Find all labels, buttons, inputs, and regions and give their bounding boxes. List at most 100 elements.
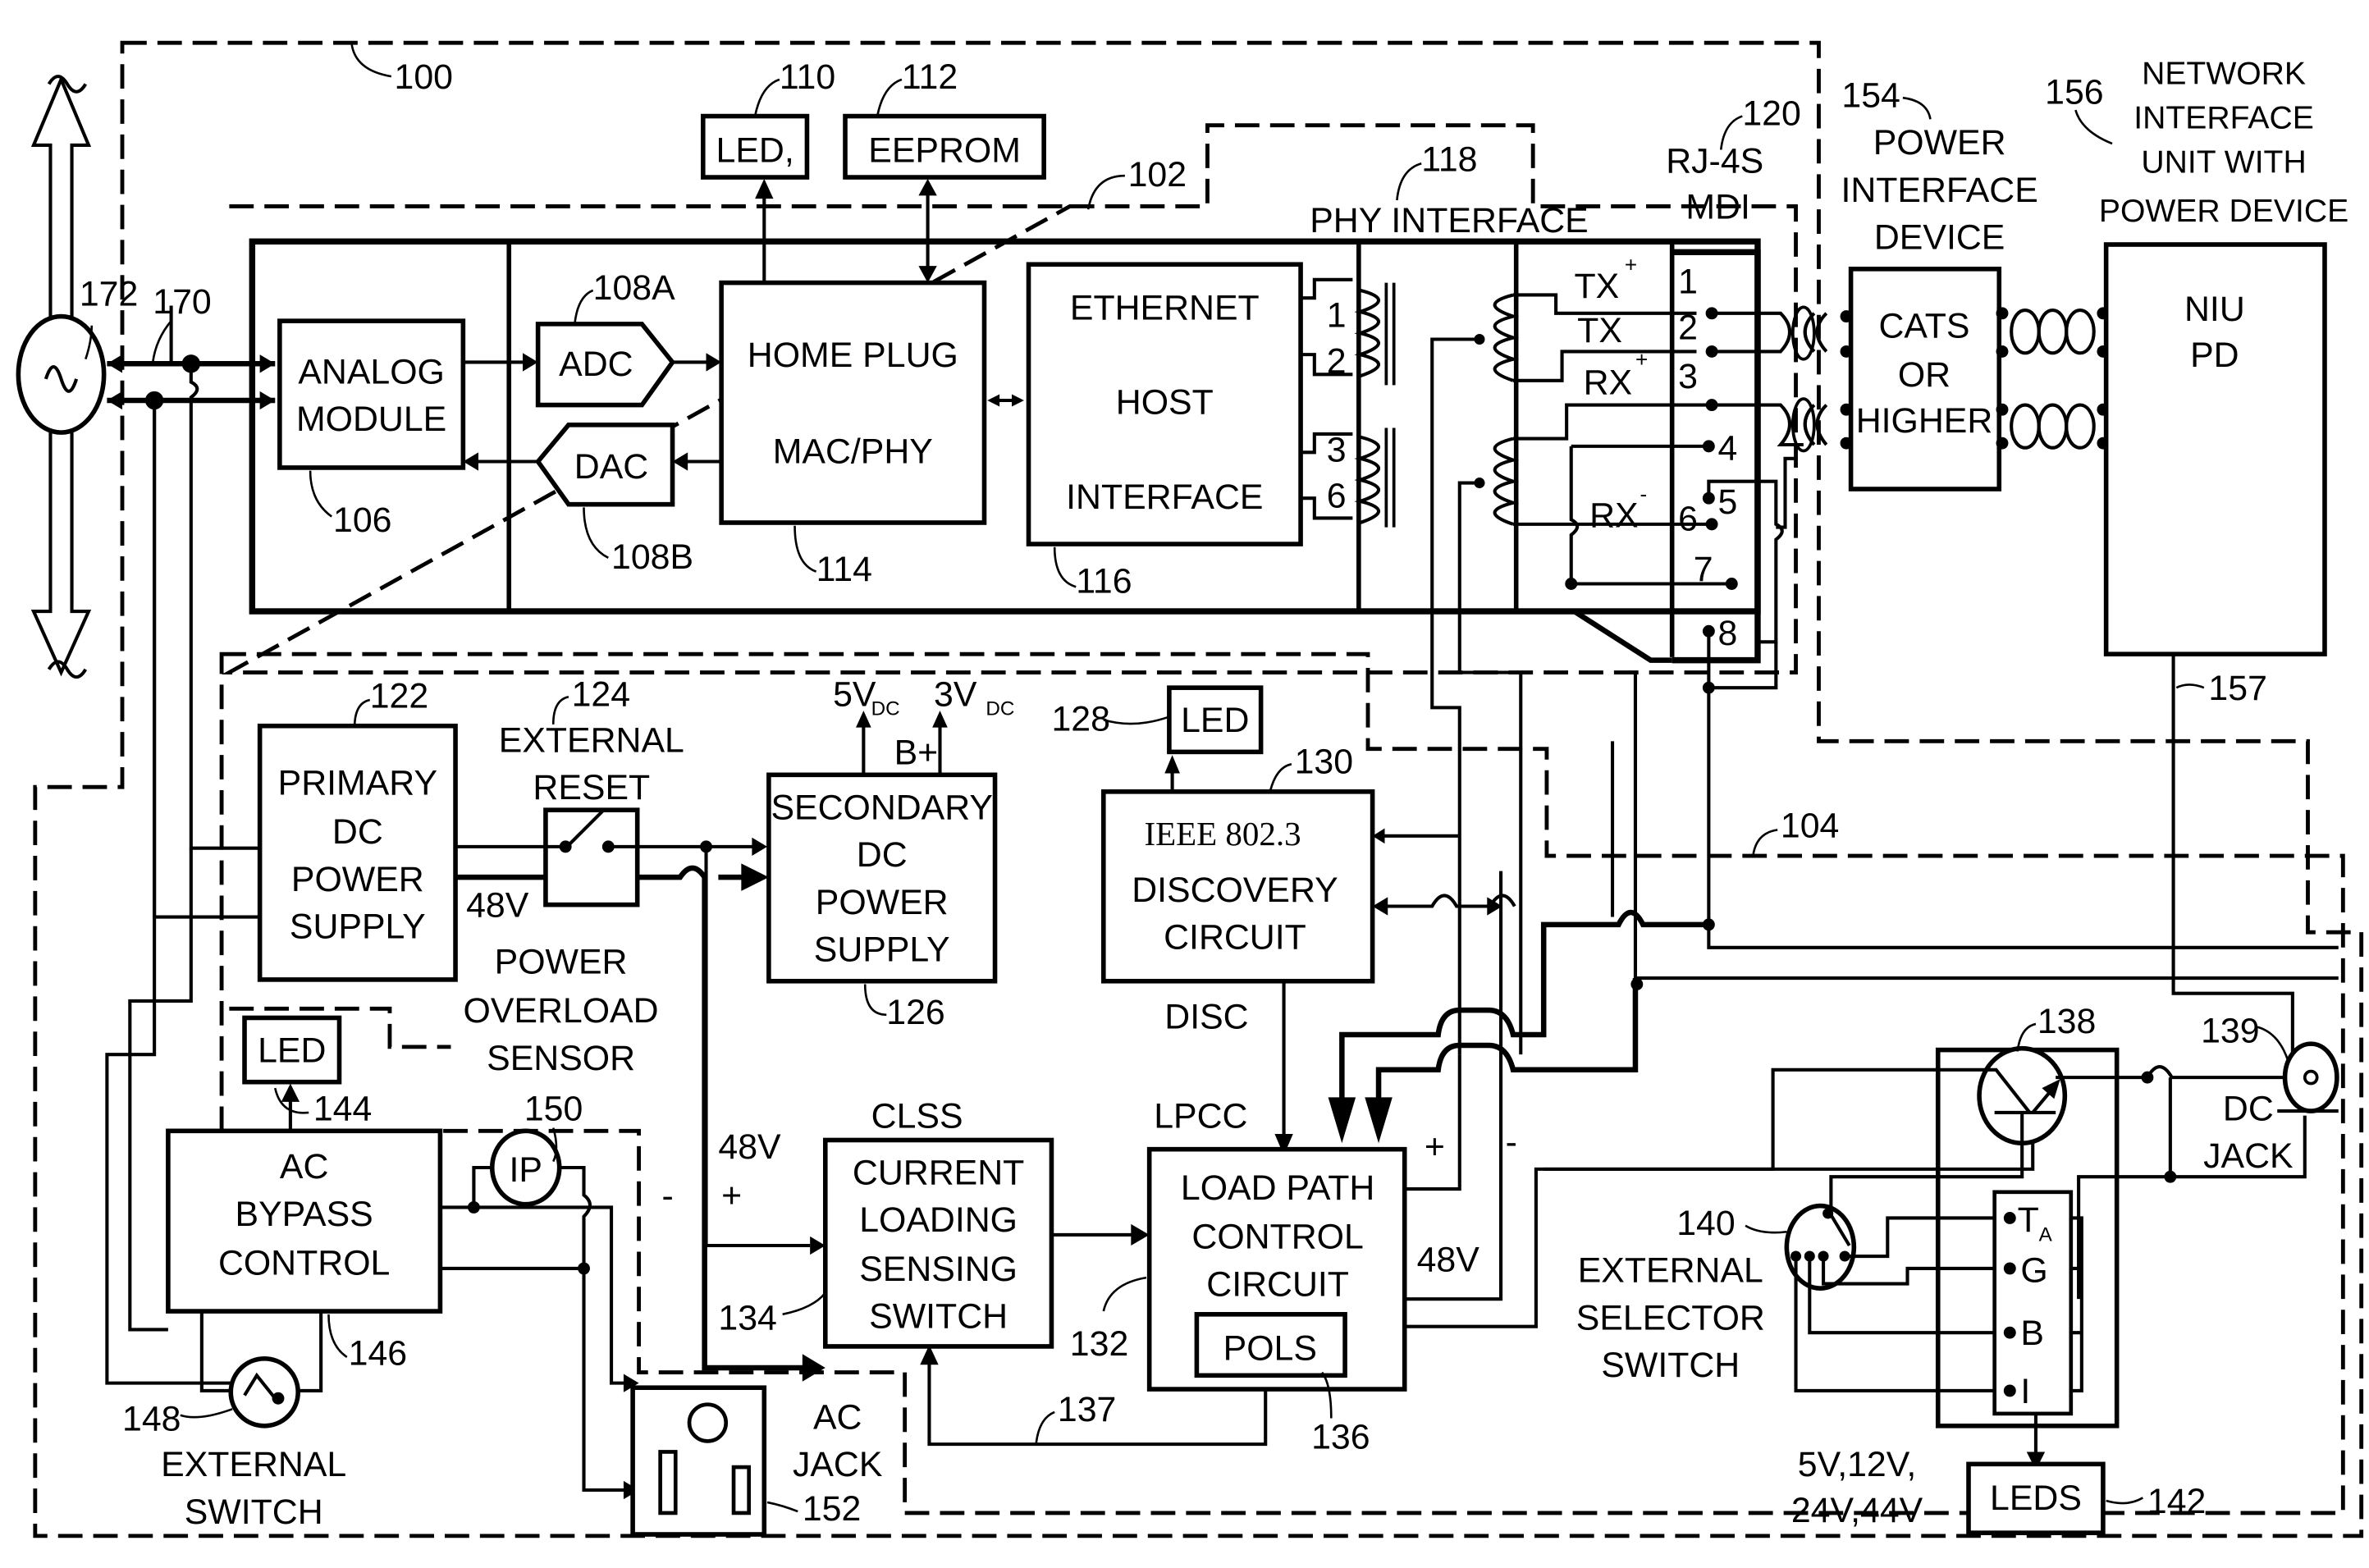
ethernet-host-block: ETHERNET HOST INTERFACE xyxy=(1026,262,1303,546)
power-interface-label-3: DEVICE xyxy=(1874,218,2005,258)
discovery-line1: IEEE 802.3 xyxy=(1144,815,1301,853)
ref-144: 144 xyxy=(313,1089,372,1128)
ref-142: 142 xyxy=(2147,1482,2206,1521)
dac-label: DAC xyxy=(574,447,648,487)
external-reset-line2: RESET xyxy=(533,768,650,807)
niu-block: NIU PD xyxy=(2103,242,2327,656)
lpcc-line1: LOAD PATH xyxy=(1181,1168,1374,1208)
power-interface-label-2: INTERFACE xyxy=(1841,171,2037,210)
secondary-dc-line3: POWER xyxy=(816,883,949,922)
dc-jack-line1: DC xyxy=(2223,1089,2274,1128)
selector-switch-140 xyxy=(1784,1203,2010,1392)
rj-pin-5: 5 xyxy=(1718,482,1738,522)
primary-dc-line1: PRIMARY xyxy=(278,764,437,803)
label-plus-lpcc: + xyxy=(1425,1127,1445,1167)
rj-pin-7: 7 xyxy=(1694,550,1713,589)
ac-bypass-block: AC BYPASS CONTROL xyxy=(166,1128,443,1314)
rj-pin-1: 1 xyxy=(1678,263,1698,302)
pin-b: B xyxy=(2020,1314,2044,1353)
adc-label: ADC xyxy=(559,345,633,384)
ref-132: 132 xyxy=(1070,1324,1128,1364)
ac-bypass-line2: BYPASS xyxy=(236,1195,373,1234)
primary-dc-block: PRIMARY DC POWER SUPPLY xyxy=(257,723,458,982)
power-overload-line1: POWER xyxy=(495,942,628,981)
led-128-label: LED xyxy=(1181,701,1249,740)
tpin-1: 1 xyxy=(1327,296,1347,336)
ac-jack-line1: AC xyxy=(813,1398,862,1438)
ref-170: 170 xyxy=(153,282,211,322)
ref-134: 134 xyxy=(718,1298,776,1337)
pin-i: I xyxy=(2020,1372,2030,1411)
cable-line3: HIGHER xyxy=(1856,401,1993,441)
pin-ta: T xyxy=(2018,1200,2039,1240)
secondary-dc-line1: SECONDARY xyxy=(771,788,993,827)
ref-130: 130 xyxy=(1295,742,1353,781)
led-110-block: LED, xyxy=(700,113,810,180)
rail-5v-sub: DC xyxy=(871,698,900,720)
ref-126: 126 xyxy=(886,993,944,1032)
tpin-3: 3 xyxy=(1327,430,1347,469)
niu-label-4: POWER DEVICE xyxy=(2099,194,2348,229)
ref-102: 102 xyxy=(1128,155,1187,194)
ref-172: 172 xyxy=(80,275,138,314)
label-rx-minus: RX xyxy=(1589,496,1639,536)
ref-112: 112 xyxy=(902,57,958,97)
signal-labels: TX + TX RX + RX - xyxy=(1574,253,1648,536)
eeprom-block: EEPROM xyxy=(843,113,1046,180)
ref-128: 128 xyxy=(1051,699,1109,738)
discovery-line2: DISCOVERY xyxy=(1132,871,1338,910)
secondary-dc-line4: SUPPLY xyxy=(814,930,950,970)
disc-signal: DISC xyxy=(1164,998,1248,1037)
ethernet-host-line3: INTERFACE xyxy=(1066,478,1263,517)
tpin-2: 2 xyxy=(1327,341,1347,381)
label-48v-lpcc: 48V xyxy=(1417,1241,1480,1280)
ref-146: 146 xyxy=(349,1333,407,1373)
primary-dc-line2: DC xyxy=(332,812,383,852)
secondary-dc-block: SECONDARY DC POWER SUPPLY xyxy=(766,772,998,984)
label-tx-plus: TX xyxy=(1574,267,1619,306)
ethernet-host-line2: HOST xyxy=(1116,383,1214,423)
voltages-line2: 24V,44V xyxy=(1791,1491,1923,1530)
homeplug-line2: MAC/PHY xyxy=(773,432,933,471)
ref-108b: 108B xyxy=(611,537,693,577)
adc-block: ADC xyxy=(535,322,676,408)
rj-pin-3: 3 xyxy=(1678,357,1698,396)
ac-jack-line2: JACK xyxy=(793,1445,883,1484)
ref-156: 156 xyxy=(2045,73,2103,112)
rj-pin-2: 2 xyxy=(1678,308,1698,347)
led-128-block: LED xyxy=(1167,685,1264,755)
ref-104: 104 xyxy=(1781,807,1839,846)
analog-module: ANALOG MODULE xyxy=(277,318,466,470)
analog-module-line2: MODULE xyxy=(296,400,446,439)
pin-ta-sub: A xyxy=(2039,1223,2053,1246)
clss-line3: SENSING xyxy=(859,1250,1018,1289)
primary-dc-line4: SUPPLY xyxy=(290,907,426,947)
ac-bypass-line1: AC xyxy=(280,1147,329,1186)
label-tx-plus-sign: + xyxy=(1625,253,1637,277)
dac-block: DAC xyxy=(535,423,675,507)
ref-124: 124 xyxy=(572,675,630,715)
external-switch-line2: SWITCH xyxy=(185,1493,323,1532)
rj-pin-4: 4 xyxy=(1718,429,1738,469)
phy-interface-label: PHY INTERFACE xyxy=(1310,201,1589,240)
ref-100: 100 xyxy=(395,57,453,97)
ref-139: 139 xyxy=(2201,1011,2259,1050)
power-interface-label-1: POWER xyxy=(1873,123,2006,162)
clss-block: CURRENT LOADING SENSING SWITCH xyxy=(822,1137,1054,1349)
external-switch-line1: EXTERNAL xyxy=(161,1445,346,1484)
clss-line4: SWITCH xyxy=(869,1297,1008,1337)
transformer-left: 1 2 3 6 xyxy=(1301,277,1396,528)
lpcc-line2: CONTROL xyxy=(1191,1218,1363,1257)
label-48v-clss: 48V xyxy=(718,1127,781,1167)
label-rx-plus-sign: + xyxy=(1635,347,1648,372)
selector-line1: EXTERNAL xyxy=(1578,1251,1763,1291)
ref-157: 157 xyxy=(2208,669,2266,708)
label-minus-lpcc: - xyxy=(1506,1122,1517,1162)
external-reset-switch xyxy=(543,807,640,907)
rj45-label-1: RJ-4S xyxy=(1666,141,1763,181)
lpcc-line3: CIRCUIT xyxy=(1206,1264,1349,1304)
secondary-dc-line2: DC xyxy=(857,835,908,875)
ref-152: 152 xyxy=(803,1489,861,1529)
power-overload-line2: OVERLOAD xyxy=(464,991,659,1031)
ref-108a: 108A xyxy=(593,268,675,308)
